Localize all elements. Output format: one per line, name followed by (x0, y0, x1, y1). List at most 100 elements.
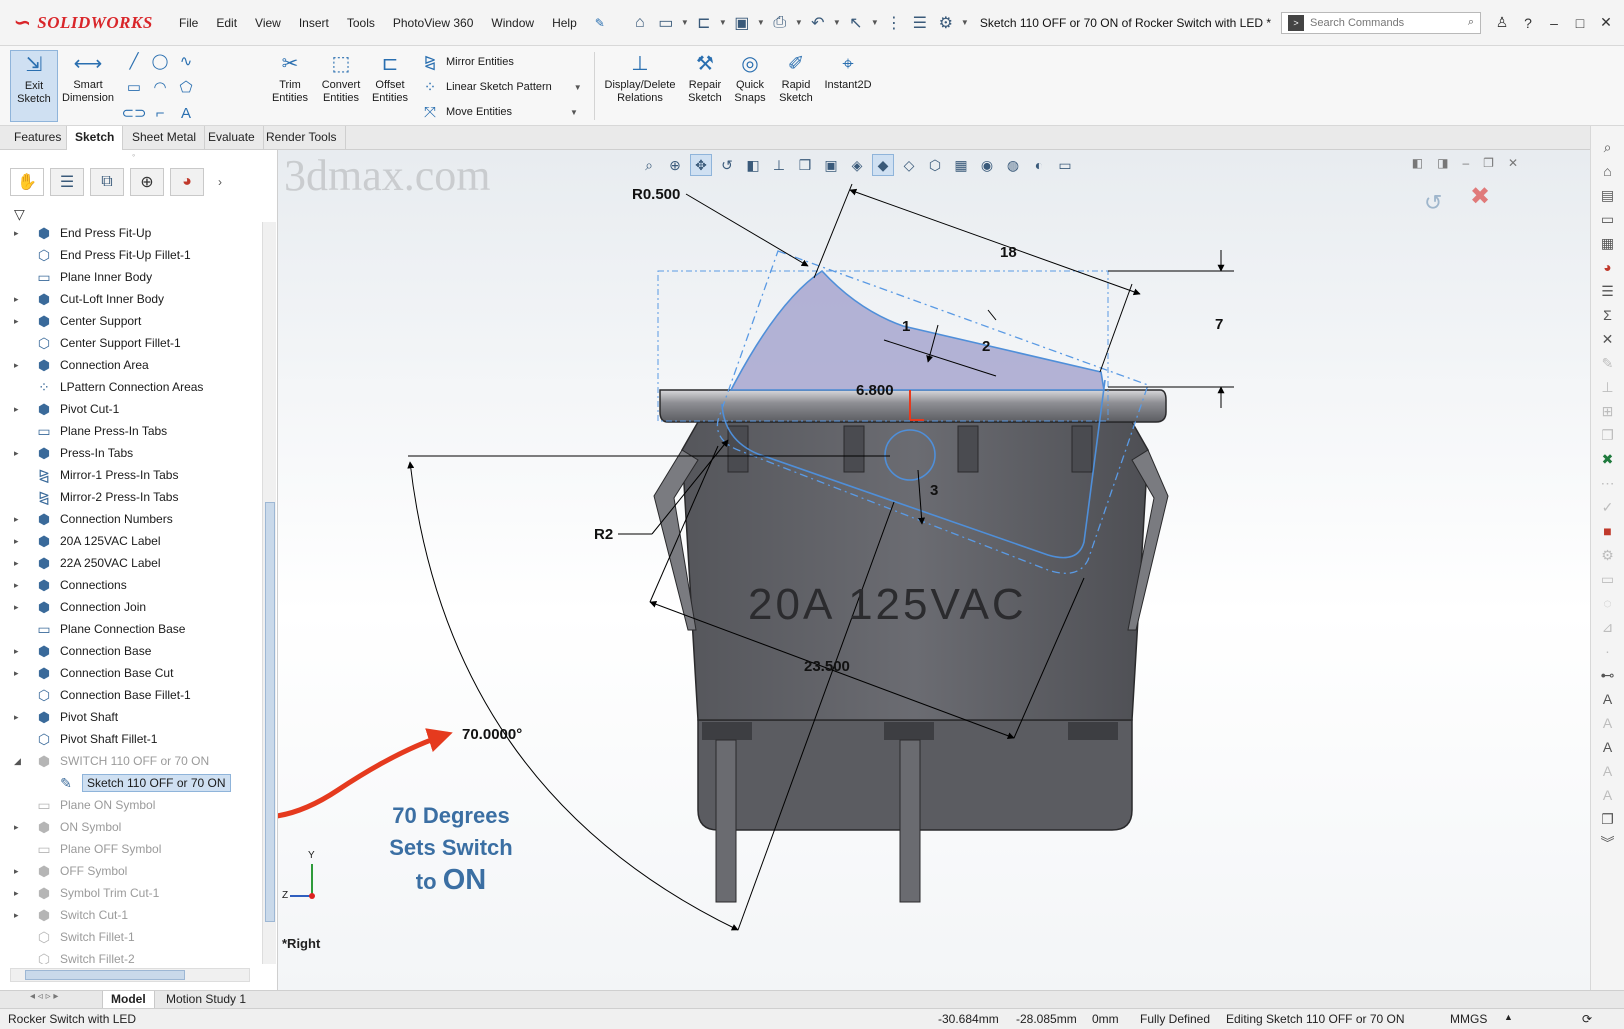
dimension-r2[interactable]: R2 (594, 526, 613, 543)
dimxpert-tab-icon[interactable]: ⊕ (130, 168, 164, 196)
tree-feature-item[interactable]: ▸ ⬢ OFF Symbol (0, 860, 262, 882)
minimize-icon[interactable]: – (1541, 15, 1567, 31)
scrollbar-thumb[interactable] (25, 970, 185, 980)
color-icon[interactable]: ■ (1597, 520, 1619, 542)
exit-sketch-button[interactable]: ⇲ Exit Sketch (10, 50, 58, 122)
settings-icon[interactable]: ⚙ (1597, 544, 1619, 566)
text-a-icon[interactable]: A (1597, 688, 1619, 710)
expand-right-icon[interactable]: ▸ (0, 580, 19, 591)
design-library-icon[interactable]: ▤ (1597, 184, 1619, 206)
expand-right-icon[interactable]: ▸ (0, 228, 19, 239)
menu-view[interactable]: View (246, 12, 290, 34)
expand-right-icon[interactable]: ▸ (0, 514, 19, 525)
expand-right-icon[interactable]: ▸ (0, 448, 19, 459)
expand-right-icon[interactable]: ▸ (0, 558, 19, 569)
chevron-down-icon[interactable]: ▼ (680, 18, 690, 27)
panel-collapse-handle[interactable]: ◦ (132, 150, 135, 160)
text-a3-icon[interactable]: A (1597, 736, 1619, 758)
quick-snaps-button[interactable]: ◎ Quick Snaps (730, 50, 770, 122)
tab-evaluate[interactable]: Evaluate (200, 126, 264, 150)
filter-icon[interactable]: ▽ (14, 206, 25, 223)
menu-photoview[interactable]: PhotoView 360 (384, 12, 483, 34)
spline-icon[interactable]: ∿ (176, 51, 196, 71)
dot-icon[interactable]: · (1597, 640, 1619, 662)
tree-feature-item[interactable]: ▸ ⬢ Cut-Loft Inner Body (0, 288, 262, 310)
tree-feature-item[interactable]: ▭ Plane Connection Base (0, 618, 262, 640)
dimension-2[interactable]: 2 (982, 338, 990, 355)
solidworks-logo[interactable]: ∽ SOLIDWORKS (0, 0, 170, 46)
trim-entities-button[interactable]: ✂ Trim Entities (268, 50, 312, 122)
tree-feature-item[interactable]: ⁘ LPattern Connection Areas (0, 376, 262, 398)
expand-right-icon[interactable]: ▸ (0, 712, 19, 723)
dimension-angle-70[interactable]: 70.0000° (462, 726, 522, 743)
tree-vertical-scrollbar[interactable] (262, 222, 276, 964)
chevron-down-icon[interactable]: ▼ (794, 18, 804, 27)
expand-down-icon[interactable]: ◢ (0, 756, 21, 767)
tree-feature-item[interactable]: ▸ ⬢ Pivot Shaft (0, 706, 262, 728)
fillet-icon[interactable]: ⌐ (150, 103, 170, 123)
rebuild-traffic-light-icon[interactable]: ⋮ (882, 11, 906, 35)
user-account-icon[interactable]: ♙ (1489, 14, 1515, 31)
tree-feature-item[interactable]: ▸ ⬢ End Press Fit-Up (0, 222, 262, 244)
dimension-r0500[interactable]: R0.500 (632, 186, 680, 203)
chevron-down-icon[interactable]: ▼ (574, 83, 582, 92)
tree-feature-item[interactable]: ▭ Plane Press-In Tabs (0, 420, 262, 442)
tree-feature-item[interactable]: ▭ Plane Inner Body (0, 266, 262, 288)
select-cursor-icon[interactable]: ↖ (844, 11, 868, 35)
chevron-down-icon[interactable]: ▼ (870, 18, 880, 27)
print-icon[interactable]: ⎙ (768, 11, 792, 35)
chevron-down-icon[interactable]: ▼ (718, 18, 728, 27)
chevron-right-icon[interactable]: › (210, 168, 230, 198)
tree-feature-item[interactable]: ⬡ Center Support Fillet-1 (0, 332, 262, 354)
tree-feature-item[interactable]: ▸ ⬢ Symbol Trim Cut-1 (0, 882, 262, 904)
grid-icon[interactable]: ⊞ (1597, 400, 1619, 422)
display-delete-relations-button[interactable]: ⊥ Display/Delete Relations (600, 50, 680, 122)
expand-right-icon[interactable]: ▸ (0, 866, 19, 877)
tree-feature-item[interactable]: ▸ ⬢ Connection Numbers (0, 508, 262, 530)
text-a2-icon[interactable]: A (1597, 712, 1619, 734)
tree-feature-item[interactable]: ▭ Plane ON Symbol (0, 794, 262, 816)
text-icon[interactable]: A (176, 103, 196, 123)
rectangle-icon[interactable]: ▭ (124, 77, 144, 97)
save-icon[interactable]: ▣ (730, 11, 754, 35)
circle-icon[interactable]: ◯ (150, 51, 170, 71)
layer-icon[interactable]: ❐ (1597, 424, 1619, 446)
sketch-tool-icon[interactable]: ⌕ (1597, 136, 1619, 158)
tree-feature-item[interactable]: ▸ ⬢ Connection Area (0, 354, 262, 376)
line-icon[interactable]: ╱ (124, 51, 144, 71)
tree-feature-item[interactable]: ▸ ⬢ ON Symbol (0, 816, 262, 838)
chevron-down-icon[interactable]: ▼ (960, 18, 970, 27)
arc-icon[interactable]: ◠ (150, 77, 170, 97)
undo-icon[interactable]: ↶ (806, 11, 830, 35)
tree-feature-item[interactable]: ▭ Plane OFF Symbol (0, 838, 262, 860)
instant2d-button[interactable]: ⌖ Instant2D (820, 50, 876, 122)
help-icon[interactable]: ? (1515, 15, 1541, 31)
tree-feature-item[interactable]: ▸ ⬢ Connection Base Cut (0, 662, 262, 684)
tab-scroll-arrows-icon[interactable]: ◂ ◃ ▹ ▸ (30, 991, 58, 1002)
tree-feature-item[interactable]: ⧎ Mirror-1 Press-In Tabs (0, 464, 262, 486)
expand-right-icon[interactable]: ▸ (0, 602, 19, 613)
tree-horizontal-scrollbar[interactable] (10, 968, 250, 982)
dimension-3[interactable]: 3 (930, 482, 938, 499)
datum-icon[interactable]: ⊿ (1597, 616, 1619, 638)
tab-render-tools[interactable]: Render Tools (258, 126, 346, 150)
tree-feature-item[interactable]: ▸ ⬢ Switch Cut-1 (0, 904, 262, 926)
file-explorer-icon[interactable]: ▭ (1597, 208, 1619, 230)
tree-feature-item[interactable]: ▸ ⬢ 20A 125VAC Label (0, 530, 262, 552)
new-document-icon[interactable]: ▭ (654, 11, 678, 35)
dimension-18[interactable]: 18 (1000, 244, 1017, 261)
options-gear-icon[interactable]: ⚙ (934, 11, 958, 35)
menu-tools[interactable]: Tools (338, 12, 384, 34)
tree-feature-item[interactable]: ▸ ⬢ 22A 250VAC Label (0, 552, 262, 574)
tab-motion-study-1[interactable]: Motion Study 1 (158, 991, 254, 1009)
text-a4-icon[interactable]: A (1597, 760, 1619, 782)
expand-right-icon[interactable]: ▸ (0, 404, 19, 415)
text-a5-icon[interactable]: A (1597, 784, 1619, 806)
maximize-icon[interactable]: □ (1567, 15, 1593, 31)
expand-right-icon[interactable]: ▸ (0, 316, 19, 327)
scrollbar-thumb[interactable] (265, 502, 275, 922)
search-icon[interactable]: ⌕ (1468, 16, 1474, 29)
tab-sketch[interactable]: Sketch (66, 126, 124, 150)
open-folder-icon[interactable]: ⊏ (692, 11, 716, 35)
dimension-6800[interactable]: 6.800 (856, 382, 894, 399)
